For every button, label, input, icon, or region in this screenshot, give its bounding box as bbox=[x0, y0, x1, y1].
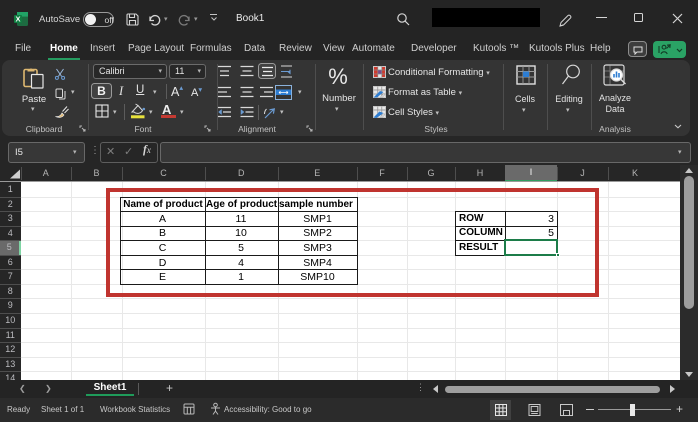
svg-text:X: X bbox=[15, 15, 20, 24]
